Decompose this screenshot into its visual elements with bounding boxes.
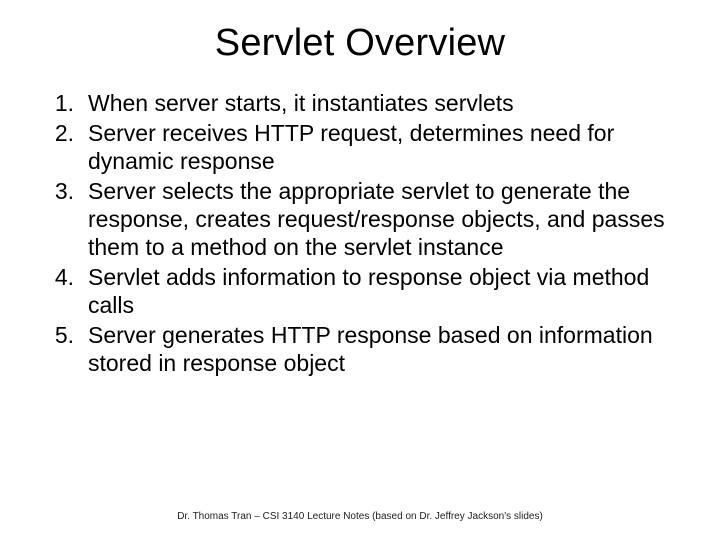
item-text: Servlet adds information to response obj… bbox=[88, 263, 680, 319]
item-number: 4. bbox=[40, 263, 88, 319]
item-text: Server selects the appropriate servlet t… bbox=[88, 177, 680, 261]
item-number: 5. bbox=[40, 321, 88, 377]
item-text: Server generates HTTP response based on … bbox=[88, 321, 680, 377]
item-number: 2. bbox=[40, 119, 88, 175]
ordered-list: 1. When server starts, it instantiates s… bbox=[40, 89, 680, 377]
item-text: Server receives HTTP request, determines… bbox=[88, 119, 680, 175]
list-item: 3. Server selects the appropriate servle… bbox=[40, 177, 680, 261]
footer-credit: Dr. Thomas Tran – CSI 3140 Lecture Notes… bbox=[0, 511, 720, 522]
item-number: 3. bbox=[40, 177, 88, 261]
slide: Servlet Overview 1. When server starts, … bbox=[0, 0, 720, 540]
list-item: 4. Servlet adds information to response … bbox=[40, 263, 680, 319]
item-number: 1. bbox=[40, 89, 88, 117]
list-item: 1. When server starts, it instantiates s… bbox=[40, 89, 680, 117]
slide-title: Servlet Overview bbox=[40, 22, 680, 65]
list-item: 2. Server receives HTTP request, determi… bbox=[40, 119, 680, 175]
item-text: When server starts, it instantiates serv… bbox=[88, 89, 680, 117]
list-item: 5. Server generates HTTP response based … bbox=[40, 321, 680, 377]
